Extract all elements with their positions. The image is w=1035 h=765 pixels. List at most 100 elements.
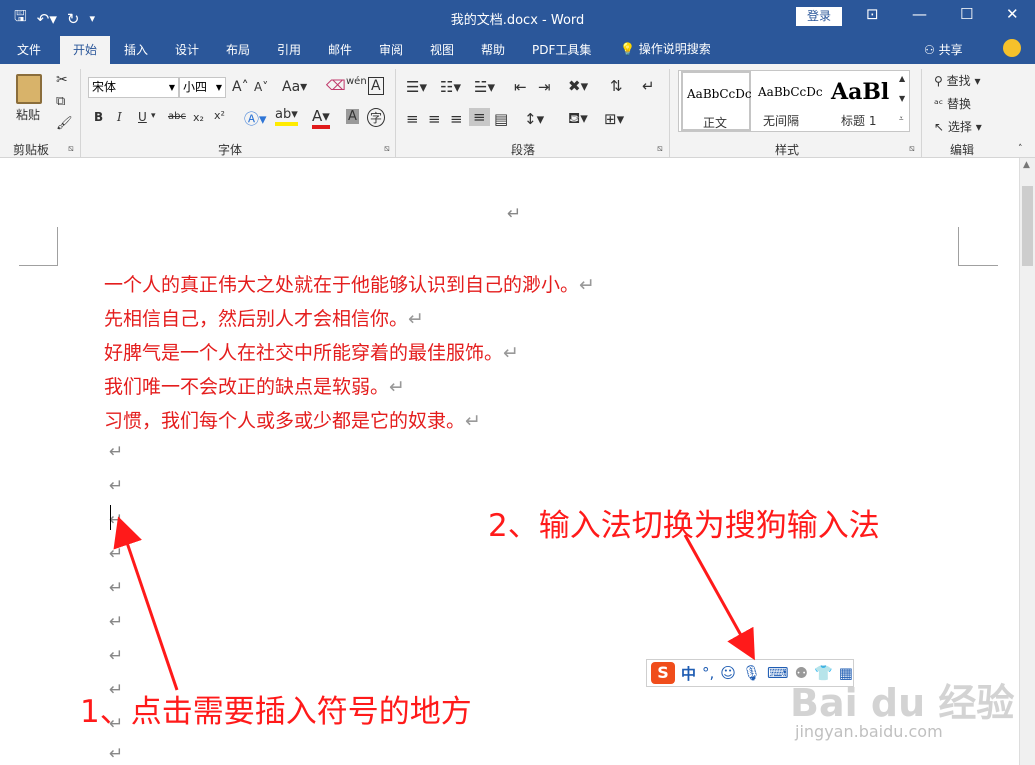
clipboard-launcher-icon[interactable]: ⧅: [68, 144, 74, 154]
increase-indent-icon[interactable]: ⇥: [538, 78, 551, 96]
tab-review[interactable]: 审阅: [379, 41, 403, 58]
paragraph-mark[interactable]: ↵: [109, 646, 123, 666]
align-left-icon[interactable]: ≡: [406, 110, 419, 128]
scroll-up-icon[interactable]: ▲: [1023, 160, 1030, 170]
justify-icon[interactable]: ≡: [469, 108, 490, 126]
vertical-scrollbar[interactable]: ▲: [1019, 158, 1035, 765]
character-border-button[interactable]: A: [368, 77, 384, 95]
styles-scroll-up-icon[interactable]: ▲: [899, 74, 905, 83]
scrollbar-thumb[interactable]: [1022, 186, 1033, 266]
find-button[interactable]: ⚲ 查找 ▾: [934, 72, 980, 89]
font-color-button[interactable]: A▾: [312, 107, 330, 129]
search-icon: ⚲: [934, 74, 947, 88]
bold-button[interactable]: B: [94, 110, 103, 124]
distributed-icon[interactable]: ▤: [494, 110, 508, 128]
superscript-button[interactable]: x²: [214, 109, 225, 122]
shrink-font-button[interactable]: A˅: [254, 80, 268, 94]
clear-formatting-icon[interactable]: ⌫: [326, 78, 346, 94]
paragraph-launcher-icon[interactable]: ⧅: [657, 144, 663, 154]
tab-help[interactable]: 帮助: [481, 41, 505, 58]
tab-references[interactable]: 引用: [277, 41, 301, 58]
text-line[interactable]: 我们唯一不会改正的缺点是软弱。↵: [104, 372, 405, 399]
line-spacing-icon[interactable]: ↕▾: [524, 110, 544, 128]
decrease-indent-icon[interactable]: ⇤: [514, 78, 527, 96]
microphone-icon[interactable]: 🎙: [742, 664, 761, 682]
character-shading-button[interactable]: A: [346, 109, 359, 124]
login-button[interactable]: 登录: [796, 7, 842, 26]
font-size-select[interactable]: 小四 ▼: [179, 77, 226, 98]
paragraph-mark[interactable]: ↵: [109, 612, 123, 632]
grow-font-button[interactable]: A˄: [232, 79, 249, 95]
show-marks-icon[interactable]: ↵: [642, 77, 655, 95]
emoji-icon[interactable]: ☺: [720, 664, 736, 682]
multilevel-list-icon[interactable]: ☱▾: [474, 78, 495, 96]
change-case-button[interactable]: Aa▾: [282, 79, 307, 95]
maximize-icon[interactable]: ☐: [960, 5, 973, 23]
highlight-icon[interactable]: ab▾: [275, 107, 298, 126]
style-normal[interactable]: AaBbCcDc 正文: [681, 71, 752, 131]
ribbon-display-icon[interactable]: ⊡: [866, 5, 879, 23]
paragraph-mark[interactable]: ↵: [109, 510, 123, 530]
paragraph-mark[interactable]: ↵: [109, 578, 123, 598]
replace-button[interactable]: ᵃᶜ 替换: [934, 95, 971, 112]
feedback-smiley-icon[interactable]: [1003, 39, 1021, 57]
punctuation-toggle[interactable]: °,: [702, 664, 714, 682]
copy-icon[interactable]: ⧉: [56, 94, 65, 109]
align-center-icon[interactable]: ≡: [428, 110, 441, 128]
text-line[interactable]: 一个人的真正伟大之处就在于他能够认识到自己的渺小。↵: [104, 270, 595, 297]
subscript-button[interactable]: x₂: [193, 111, 204, 124]
tab-layout[interactable]: 布局: [226, 41, 250, 58]
format-painter-icon[interactable]: 🖌: [56, 116, 73, 131]
collapse-ribbon-icon[interactable]: ˄: [1018, 144, 1023, 154]
tab-mailings[interactable]: 邮件: [328, 41, 352, 58]
underline-button[interactable]: U: [138, 110, 147, 124]
chinese-layout-icon[interactable]: ✖▾: [568, 77, 588, 95]
shading-icon[interactable]: ⛾▾: [568, 109, 588, 129]
paragraph-mark[interactable]: ↵: [109, 476, 123, 496]
numbering-icon[interactable]: ☷▾: [440, 78, 461, 96]
italic-button[interactable]: I: [117, 110, 122, 124]
style-heading-1[interactable]: AaBl 标题 1: [829, 71, 907, 131]
font-launcher-icon[interactable]: ⧅: [384, 144, 390, 154]
font-name-select[interactable]: 宋体 ▼: [88, 77, 179, 98]
bullets-icon[interactable]: ☰▾: [406, 78, 427, 96]
sogou-logo-icon[interactable]: S: [651, 662, 675, 684]
styles-launcher-icon[interactable]: ⧅: [909, 144, 915, 154]
text-line[interactable]: 先相信自己，然后别人才会相信你。↵: [104, 304, 424, 331]
select-button[interactable]: ↖ 选择 ▾: [934, 118, 982, 135]
clipboard-icon[interactable]: [16, 74, 42, 104]
text-effects-icon[interactable]: Ⓐ▾: [244, 108, 267, 129]
tab-design[interactable]: 设计: [175, 41, 199, 58]
close-icon[interactable]: ✕: [1006, 5, 1019, 23]
tab-view[interactable]: 视图: [430, 41, 454, 58]
strikethrough-button[interactable]: abc: [168, 111, 186, 122]
enclose-characters-button[interactable]: 字: [367, 108, 386, 127]
text-line[interactable]: 习惯，我们每个人或多或少都是它的奴隶。↵: [104, 406, 481, 433]
sort-icon[interactable]: ⇅: [610, 77, 623, 95]
minimize-icon[interactable]: —: [912, 5, 927, 23]
paragraph-mark[interactable]: ↵: [109, 744, 123, 764]
tell-me-search[interactable]: 💡 操作说明搜索: [620, 40, 711, 57]
phonetic-guide-button[interactable]: wén: [346, 76, 367, 87]
baidu-watermark-url: jingyan.baidu.com: [795, 722, 943, 741]
share-button[interactable]: ⚇ 共享: [924, 41, 963, 58]
tab-insert[interactable]: 插入: [124, 41, 148, 58]
align-right-icon[interactable]: ≡: [450, 110, 463, 128]
style-no-spacing[interactable]: AaBbCcDc 无间隔: [755, 71, 827, 131]
styles-scroll-down-icon[interactable]: ▼: [899, 94, 905, 103]
paste-button[interactable]: 粘贴: [16, 106, 40, 123]
cut-icon[interactable]: ✂: [56, 72, 68, 88]
text-line-content: 一个人的真正伟大之处就在于他能够认识到自己的渺小。: [104, 274, 580, 296]
ime-mode-toggle[interactable]: 中: [681, 663, 696, 684]
styles-more-icon[interactable]: ⩡: [899, 114, 904, 124]
tab-home[interactable]: 开始: [60, 36, 111, 64]
tab-file[interactable]: 文件: [17, 41, 41, 58]
chevron-down-icon[interactable]: ▾: [151, 111, 156, 121]
paragraph-mark[interactable]: ↵: [109, 442, 123, 462]
styles-gallery: AaBbCcDc 正文 AaBbCcDc 无间隔 AaBl 标题 1: [678, 70, 910, 132]
text-line[interactable]: 好脾气是一个人在社交中所能穿着的最佳服饰。↵: [104, 338, 519, 365]
borders-icon[interactable]: ⊞▾: [604, 110, 624, 128]
keyboard-icon[interactable]: ⌨: [767, 664, 789, 682]
paragraph-mark[interactable]: ↵: [109, 544, 123, 564]
tab-pdf-tools[interactable]: PDF工具集: [532, 41, 591, 58]
